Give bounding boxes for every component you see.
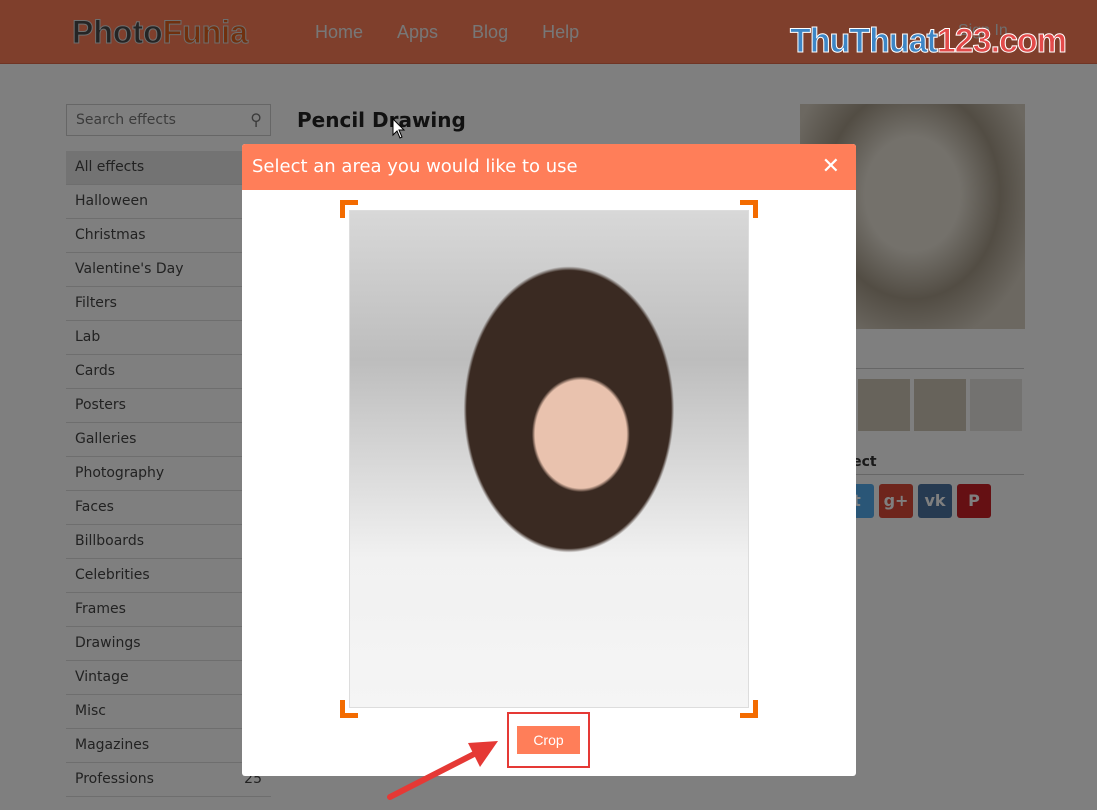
crop-handle-top-left[interactable] bbox=[340, 200, 358, 218]
crop-image[interactable] bbox=[349, 210, 749, 708]
crop-handle-bottom-right[interactable] bbox=[740, 700, 758, 718]
crop-button[interactable]: Crop bbox=[517, 726, 580, 754]
mouse-cursor-icon bbox=[392, 118, 406, 139]
close-icon[interactable]: ✕ bbox=[822, 154, 840, 179]
watermark: ThuThuat123.com bbox=[790, 22, 1068, 61]
crop-handle-bottom-left[interactable] bbox=[340, 700, 358, 718]
crop-dialog: Select an area you would like to use ✕ C… bbox=[242, 144, 856, 776]
dialog-title: Select an area you would like to use bbox=[242, 144, 856, 190]
annotation-arrow-icon bbox=[387, 741, 498, 800]
crop-handle-top-right[interactable] bbox=[740, 200, 758, 218]
